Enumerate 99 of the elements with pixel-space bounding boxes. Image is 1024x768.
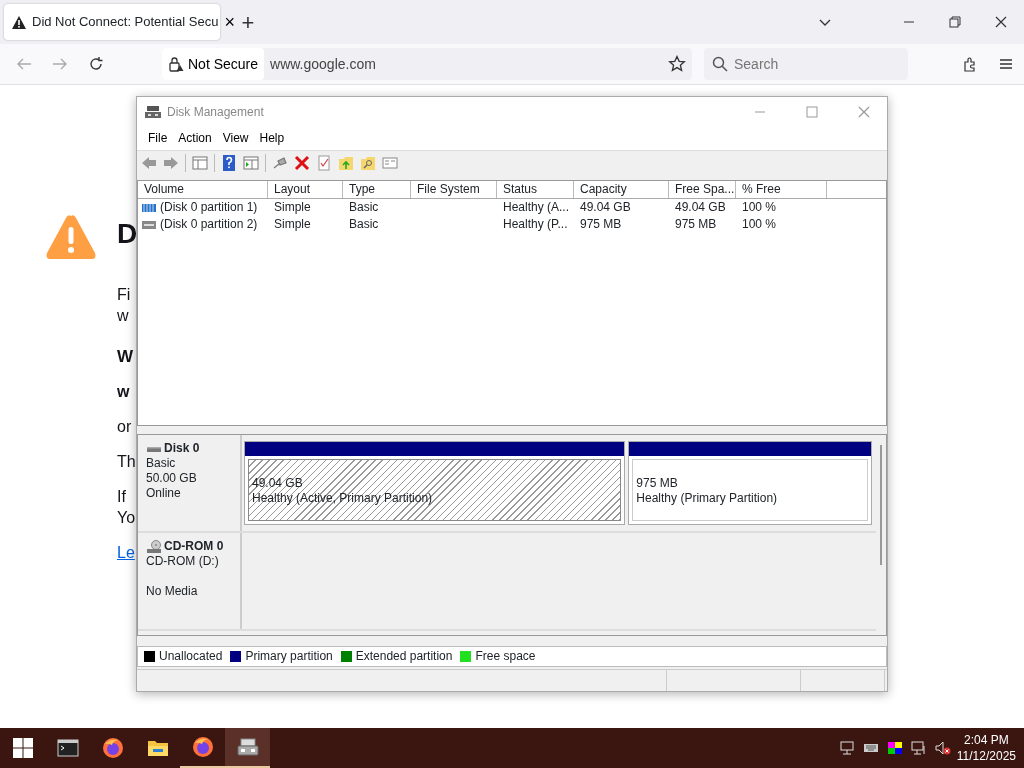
page-heading: D: [117, 217, 138, 251]
folder-search-icon[interactable]: [360, 155, 376, 172]
disk-name: CD-ROM 0: [164, 539, 224, 555]
partition-block[interactable]: 49.04 GB Healthy (Active, Primary Partition): [244, 441, 626, 526]
scrollbar[interactable]: [880, 445, 882, 566]
table-cell-text: 100 %: [741, 199, 778, 217]
column-header[interactable]: Status: [497, 181, 574, 199]
disk-management-icon: [145, 105, 161, 119]
column-header[interactable]: Free Spa...: [669, 181, 736, 199]
help-icon[interactable]: [221, 155, 237, 172]
clock-date[interactable]: 11/12/2025: [956, 748, 1016, 764]
restore-icon: [949, 16, 961, 28]
column-header[interactable]: File System: [411, 181, 497, 199]
folder-up-icon[interactable]: [338, 155, 354, 172]
security-button[interactable]: Not Secure: [162, 48, 265, 80]
page-text: w: [117, 306, 130, 326]
volume-row[interactable]: (Disk 0 partition 1) Simple Basic Healthy (A... 49.04 GB 49.04 GB 100 %: [138, 199, 886, 217]
column-header[interactable]: Layout: [268, 181, 343, 199]
legend-label: Free space: [475, 648, 536, 666]
column-header[interactable]: % Free: [736, 181, 827, 199]
partition-block[interactable]: 975 MB Healthy (Primary Partition): [628, 441, 872, 526]
table-cell-text: Basic: [348, 199, 380, 217]
network-icon[interactable]: [838, 740, 855, 756]
partition-body[interactable]: 975 MB Healthy (Primary Partition): [632, 459, 868, 522]
pane-icon[interactable]: [243, 155, 259, 172]
menu-item[interactable]: Action: [173, 129, 217, 148]
partition-size: 49.04 GB: [252, 476, 304, 492]
lock-icon: [168, 56, 184, 72]
table-cell-text: 975 MB: [579, 216, 623, 234]
page-text: If: [117, 487, 127, 507]
page-text: or: [117, 417, 133, 437]
windows-icon: [12, 738, 33, 758]
table-cell: (Disk 0 partition 1): [160, 199, 258, 217]
color-icon[interactable]: [886, 740, 903, 756]
table-cell-text: Basic: [348, 216, 380, 234]
disk-name: Disk 0: [164, 441, 200, 457]
close-icon: [858, 106, 870, 118]
volume-icon: [142, 203, 156, 212]
volume-icon: [142, 220, 156, 229]
monitor-icon[interactable]: [910, 740, 927, 756]
disk-info: No Media: [146, 584, 199, 600]
disk-info: Basic: [146, 456, 177, 472]
warning-icon: [12, 15, 26, 29]
disk-info: Online: [146, 486, 182, 502]
table-cell: (Disk 0 partition 2): [160, 216, 258, 234]
search-icon: [712, 56, 728, 72]
table-cell-text: 49.04 GB: [674, 199, 727, 217]
firefox-icon: [101, 737, 124, 759]
forward-icon[interactable]: [163, 155, 179, 172]
menu-item[interactable]: File: [143, 129, 173, 148]
tab-title: Did Not Connect: Potential Secu: [32, 13, 219, 32]
back-icon[interactable]: [141, 155, 157, 172]
table-cell-text: 49.04 GB: [579, 199, 632, 217]
partition-status: Healthy (Active, Primary Partition): [252, 491, 434, 507]
partition-body[interactable]: 49.04 GB Healthy (Active, Primary Partition): [248, 459, 622, 522]
menu-item[interactable]: View: [217, 129, 254, 148]
page-text: Fi: [117, 285, 132, 305]
column-header[interactable]: Type: [343, 181, 411, 199]
column-header[interactable]: Capacity: [574, 181, 669, 199]
muted-speaker-icon[interactable]: [934, 740, 951, 756]
table-cell-text: Simple: [273, 199, 312, 217]
volume-row[interactable]: (Disk 0 partition 2) Simple Basic Healthy (P... 975 MB 975 MB 100 %: [138, 216, 886, 234]
cd-drive-icon: [146, 539, 162, 554]
firefox-icon: [191, 736, 214, 758]
checklist-icon[interactable]: [316, 155, 332, 172]
table-cell-text: 975 MB: [674, 216, 718, 234]
disk-info: 50.00 GB: [146, 471, 198, 487]
window-title: Disk Management: [167, 104, 264, 121]
table-cell-text: 100 %: [741, 216, 778, 234]
table-cell-text: Healthy (P...: [502, 216, 569, 234]
url-text[interactable]: www.google.com: [270, 53, 376, 75]
column-header[interactable]: Volume: [138, 181, 268, 199]
disk-info: CD-ROM (D:): [146, 554, 220, 570]
partition-status: Healthy (Primary Partition): [636, 491, 779, 507]
new-tab-button[interactable]: +: [236, 5, 260, 39]
legend-label: Extended partition: [355, 648, 453, 666]
legend-label: Primary partition: [245, 648, 333, 666]
pane-icon[interactable]: [192, 155, 208, 172]
clock-time[interactable]: 2:04 PM: [956, 732, 1016, 748]
table-cell-text: Simple: [273, 216, 312, 234]
disk-management-icon: [236, 736, 259, 758]
close-icon: [995, 16, 1007, 28]
star-icon[interactable]: [668, 55, 686, 73]
section-heading: W: [117, 346, 135, 367]
page-text: Yo: [117, 508, 137, 528]
partition-size: 975 MB: [636, 476, 679, 492]
table-cell-text: Healthy (A...: [502, 199, 571, 217]
terminal-icon: [56, 737, 79, 759]
page-text: w: [117, 382, 131, 402]
maximize-icon: [806, 106, 818, 118]
page-text: Th: [117, 452, 137, 472]
delete-icon[interactable]: [294, 155, 310, 172]
warning-icon: [45, 213, 97, 261]
close-tab-button[interactable]: ×: [224, 13, 235, 31]
menu-item[interactable]: Help: [254, 129, 290, 148]
taskbar-app[interactable]: [225, 728, 270, 768]
search-field[interactable]: Search: [704, 48, 908, 80]
legend-label: Unallocated: [159, 648, 223, 666]
learn-more-link[interactable]: Le: [117, 542, 138, 563]
